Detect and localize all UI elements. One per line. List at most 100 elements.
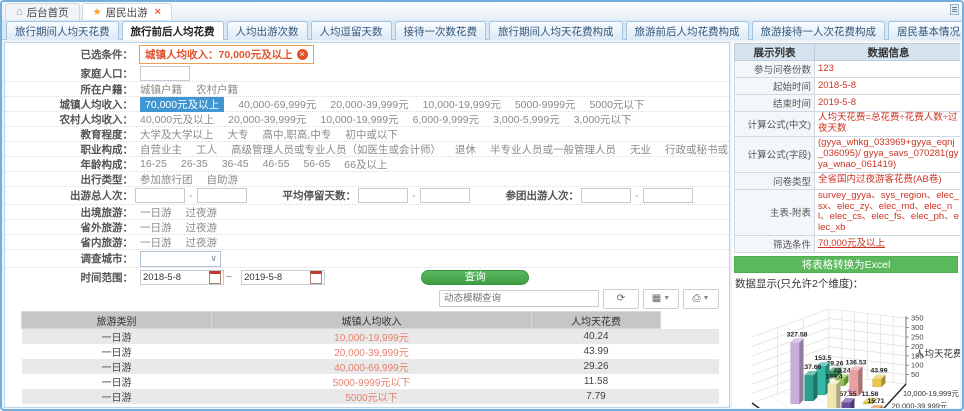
tab-resident-travel[interactable]: ★ 居民出游 × bbox=[82, 3, 172, 20]
function-tab-6[interactable]: 旅游前后人均花费构成 bbox=[626, 21, 749, 40]
filter-row-12: 调查城市：∨ bbox=[5, 250, 729, 268]
function-tab-4[interactable]: 接待一次数花费 bbox=[395, 21, 487, 40]
function-tab-5[interactable]: 旅行期间人均天花费构成 bbox=[489, 21, 623, 40]
table-row[interactable]: 一日游5000元以下7.79 bbox=[22, 389, 719, 404]
filter-option[interactable]: 城镇户籍 bbox=[140, 82, 182, 97]
filter-option-selected[interactable]: 70,000元及以上 bbox=[140, 97, 224, 112]
date-separator: ~ bbox=[226, 271, 232, 283]
filter-option[interactable]: 过夜游 bbox=[186, 235, 218, 250]
filter-row-7: 出行类型：参加旅行团自助游 bbox=[5, 172, 729, 187]
range-input[interactable] bbox=[420, 188, 470, 203]
filter-option[interactable]: 16-25 bbox=[140, 158, 167, 170]
travel-type-cell: 一日游 bbox=[22, 359, 212, 374]
function-tab-8[interactable]: 居民基本情况 bbox=[888, 21, 964, 40]
svg-text:100: 100 bbox=[911, 361, 924, 370]
filter-option[interactable]: 6,000-9,999元 bbox=[413, 112, 480, 127]
tab-list-icon[interactable] bbox=[950, 4, 959, 15]
value-cell: 43.99 bbox=[532, 344, 661, 359]
column-header[interactable]: 城镇人均收入 bbox=[212, 312, 532, 329]
range-input[interactable] bbox=[197, 188, 247, 203]
filter-option[interactable]: 过夜游 bbox=[186, 205, 218, 220]
filter-option[interactable]: 初中或以下 bbox=[345, 127, 398, 142]
date-to-input[interactable]: 2019-5-8 bbox=[241, 270, 325, 285]
filter-option[interactable]: 一日游 bbox=[140, 235, 172, 250]
travel-type-cell: 一日游 bbox=[22, 344, 212, 359]
filter-options: 16-25 26-35 36-45 46-55 56-65 66及以上 bbox=[133, 157, 387, 172]
column-header[interactable]: 旅游类别 bbox=[22, 312, 212, 329]
columns-button[interactable]: ▦▼ bbox=[643, 289, 679, 309]
table-row[interactable]: 一日游10,000-19,999元40.24 bbox=[22, 329, 719, 345]
function-tab-3[interactable]: 人均逗留天数 bbox=[311, 21, 392, 40]
function-tab-2[interactable]: 人均出游次数 bbox=[227, 21, 308, 40]
info-row: 起始时间2018-5-8 bbox=[735, 78, 961, 95]
filter-option[interactable]: 36-45 bbox=[222, 158, 249, 170]
info-value: 70,000元及以上 bbox=[815, 236, 961, 253]
filter-option[interactable]: 20,000-39,999元 bbox=[330, 97, 408, 112]
filter-option[interactable]: 26-35 bbox=[181, 158, 208, 170]
filter-option[interactable]: 10,000-19,999元 bbox=[423, 97, 501, 112]
table-row[interactable]: 一日游20,000-39,999元43.99 bbox=[22, 344, 719, 359]
selected-condition-chip[interactable]: 城镇人均收入：70,000元及以上 × bbox=[139, 45, 314, 64]
data-info-table: 展示列表数据信息参与问卷份数123起始时间2018-5-8结束时间2019-5-… bbox=[734, 43, 960, 253]
date-from-input[interactable]: 2018-5-8 bbox=[140, 270, 224, 285]
filter-option[interactable]: 无业 bbox=[630, 142, 651, 157]
filter-option[interactable]: 参加旅行团 bbox=[140, 172, 193, 187]
range-input[interactable] bbox=[358, 188, 408, 203]
filter-options: 城镇户籍农村户籍 bbox=[133, 82, 238, 97]
info-label: 起始时间 bbox=[735, 78, 815, 95]
filter-option[interactable]: 一日游 bbox=[140, 205, 172, 220]
fuzzy-search-input[interactable] bbox=[439, 290, 599, 307]
filter-option[interactable]: 20,000-39,999元 bbox=[228, 112, 306, 127]
filter-label: 参团出游人次： bbox=[506, 188, 580, 203]
range-input[interactable] bbox=[643, 188, 693, 203]
filter-option[interactable]: 半专业人员或一般管理人员 bbox=[490, 142, 616, 157]
filter-option[interactable]: 46-55 bbox=[263, 158, 290, 170]
filter-option[interactable]: 高中,职高,中专 bbox=[263, 127, 332, 142]
table-row[interactable]: 一日游70,000元及以上15.71 bbox=[22, 404, 719, 408]
filter-option[interactable]: 5000元以下 bbox=[590, 97, 645, 112]
filter-option[interactable]: 高级管理人员或专业人员（如医生或会计师） bbox=[231, 142, 441, 157]
calendar-icon[interactable] bbox=[310, 271, 322, 284]
info-row: 计算公式(中文)人均天花费=总花费÷花费人数÷过夜天数 bbox=[735, 112, 961, 137]
function-tab-1[interactable]: 旅行前后人均花费 bbox=[122, 21, 224, 40]
tab-backend-home[interactable]: ⌂ 后台首页 bbox=[5, 3, 80, 20]
filter-option[interactable]: 5000-9999元 bbox=[515, 97, 576, 112]
filter-row-0: 家庭人口： bbox=[5, 65, 729, 82]
filter-option[interactable]: 自助游 bbox=[207, 172, 239, 187]
survey-city-select[interactable]: ∨ bbox=[140, 251, 221, 267]
table-row[interactable]: 一日游40,000-69,999元29.26 bbox=[22, 359, 719, 374]
table-row[interactable]: 一日游5000-9999元以下11.58 bbox=[22, 374, 719, 389]
family-size-input[interactable] bbox=[140, 66, 190, 81]
filter-option[interactable]: 自营业主 bbox=[140, 142, 182, 157]
filter-option[interactable]: 66及以上 bbox=[344, 157, 387, 172]
filter-options: 一日游过夜游 bbox=[133, 205, 217, 220]
filter-option[interactable]: 一日游 bbox=[140, 220, 172, 235]
filter-option[interactable]: 大学及大学以上 bbox=[140, 127, 214, 142]
refresh-button[interactable]: ⟳ bbox=[603, 289, 639, 309]
range-input[interactable] bbox=[581, 188, 631, 203]
remove-condition-icon[interactable]: × bbox=[297, 49, 308, 60]
filter-option[interactable]: 3,000元以下 bbox=[574, 112, 632, 127]
function-tab-0[interactable]: 旅行期间人均天花费 bbox=[6, 21, 119, 40]
export-button[interactable]: ⎙▼ bbox=[683, 289, 719, 309]
column-header[interactable]: 人均天花费 bbox=[532, 312, 661, 329]
range-input[interactable] bbox=[135, 188, 185, 203]
filter-option[interactable]: 过夜游 bbox=[186, 220, 218, 235]
filter-option[interactable]: 大专 bbox=[228, 127, 249, 142]
filter-option[interactable]: 工人 bbox=[196, 142, 217, 157]
filter-row-3: 农村人均收入：40,000元及以上20,000-39,999元10,000-19… bbox=[5, 112, 729, 127]
filter-option[interactable]: 40,000-69,999元 bbox=[238, 97, 316, 112]
calendar-icon[interactable] bbox=[209, 271, 221, 284]
filter-option[interactable]: 行政或秘书或文员 bbox=[665, 142, 730, 157]
function-tab-7[interactable]: 旅游接待一人次花费构成 bbox=[752, 21, 886, 40]
filter-option[interactable]: 56-65 bbox=[303, 158, 330, 170]
filter-option[interactable]: 农村户籍 bbox=[196, 82, 238, 97]
filter-option[interactable]: 40,000元及以上 bbox=[140, 112, 214, 127]
query-button[interactable]: 查询 bbox=[421, 270, 529, 285]
filter-option[interactable]: 退休 bbox=[455, 142, 476, 157]
blank-cell bbox=[661, 359, 719, 374]
close-tab-icon[interactable]: × bbox=[155, 6, 161, 18]
filter-option[interactable]: 10,000-19,999元 bbox=[320, 112, 398, 127]
filter-option[interactable]: 3,000-5,999元 bbox=[493, 112, 560, 127]
export-excel-button[interactable]: 将表格转换为Excel bbox=[734, 256, 958, 273]
